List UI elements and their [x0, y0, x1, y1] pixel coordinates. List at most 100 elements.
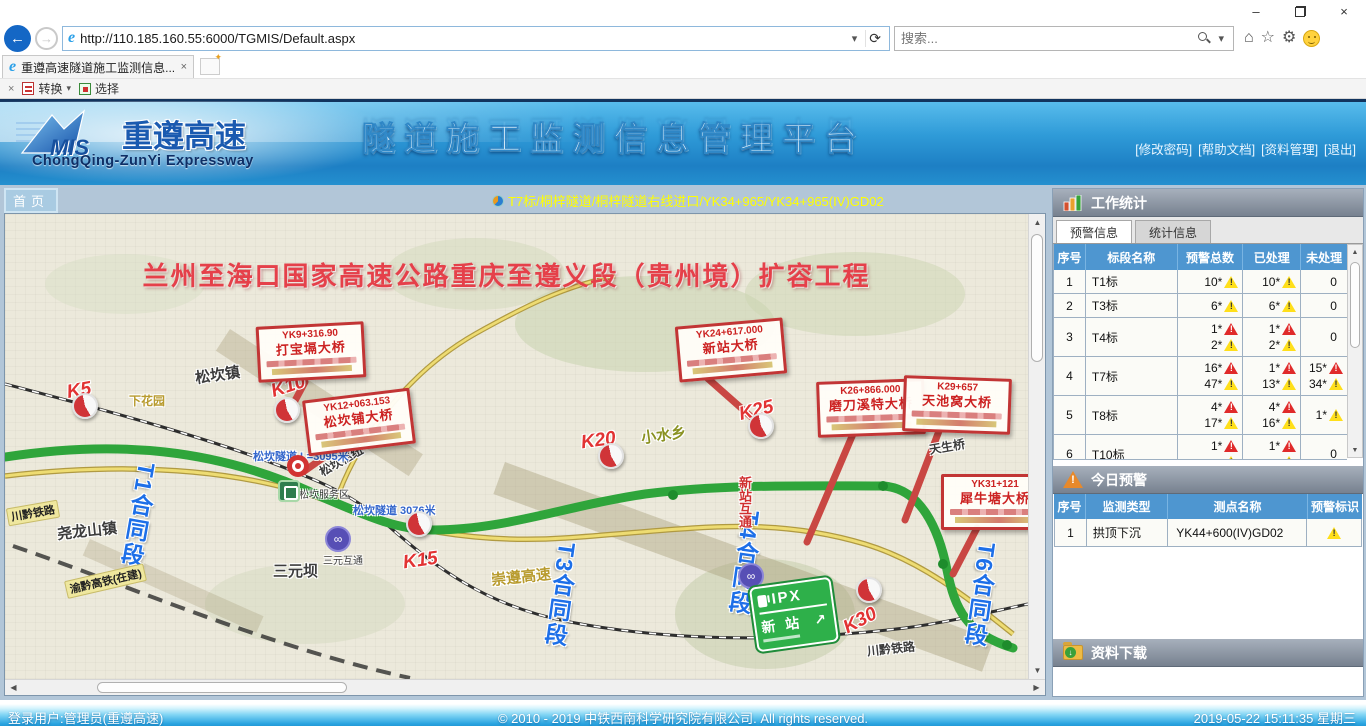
settings-gear-icon[interactable]: ⚙	[1282, 30, 1296, 46]
col-point-name: 测点名称	[1168, 494, 1308, 519]
stats-table-row[interactable]: 5T8标4*17*4*16*1*	[1054, 396, 1347, 435]
mileage-marker-icon[interactable]	[748, 413, 774, 439]
mileage-marker-icon[interactable]	[598, 443, 624, 469]
url-text[interactable]: http://110.185.160.55:6000/TGMIS/Default…	[80, 31, 844, 46]
vertical-scroll-thumb[interactable]	[1031, 234, 1043, 362]
forward-button[interactable]: →	[35, 27, 58, 50]
logout-link[interactable]: [退出]	[1324, 139, 1356, 158]
red-warning-icon	[1224, 440, 1238, 452]
highway-exit-sign[interactable]: IPX 新 站↗	[749, 577, 839, 653]
yellow-warning-icon	[1282, 456, 1296, 460]
yellow-warning-icon	[1224, 456, 1238, 460]
map-horizontal-scrollbar[interactable]: ◀ ▶	[5, 679, 1045, 695]
logo-en-text: ChongQing-ZunYi Expressway	[32, 153, 254, 169]
bridge-sign[interactable]: YK9+316.90打宝塥大桥	[256, 321, 367, 383]
scroll-down-icon[interactable]: ▼	[1348, 443, 1362, 457]
work-stats-header: 工作统计	[1053, 189, 1363, 217]
scroll-up-icon[interactable]: ▲	[1030, 215, 1045, 230]
scroll-down-icon[interactable]: ▼	[1030, 663, 1045, 678]
stats-table-header: 序号 标段名称 预警总数 已处理 未处理	[1054, 244, 1347, 270]
convert-dropdown-icon[interactable]: ▾	[66, 83, 71, 94]
sidebar: 工作统计 预警信息 统计信息 序号 标段名称 预警总数 已处理 未处理 1T1标…	[1052, 188, 1364, 697]
restore-button[interactable]	[1278, 0, 1322, 22]
close-icon: ×	[1340, 4, 1348, 19]
scroll-up-icon[interactable]: ▲	[1348, 245, 1362, 259]
interchange-icon[interactable]: ∞	[738, 563, 764, 589]
stats-scroll-thumb[interactable]	[1350, 262, 1360, 348]
col-handled: 已处理	[1243, 244, 1301, 270]
stats-table-row[interactable]: 3T4标1*2*1*2*0	[1054, 318, 1347, 357]
map-canvas[interactable]: 兰州至海口国家高速公路重庆至遵义段（贵州境）扩容工程 IPX 新 站↗ K5K1…	[5, 214, 1028, 679]
tab-close-icon[interactable]: ×	[181, 61, 187, 73]
stats-table-row[interactable]: 2T3标6*6*0	[1054, 294, 1347, 318]
convert-menu[interactable]: 转换 ▾	[22, 80, 71, 97]
stats-table-row[interactable]: 6T10标1*1*0	[1054, 435, 1347, 460]
browser-tab[interactable]: e 重遵高速隧道施工监测信息... ×	[2, 55, 194, 78]
map-vertical-scrollbar[interactable]: ▲ ▼	[1028, 214, 1045, 679]
map-project-title: 兰州至海口国家高速公路重庆至遵义段（贵州境）扩容工程	[5, 256, 1008, 293]
convert-label: 转换	[38, 80, 62, 97]
ie-page-icon: e	[68, 30, 75, 46]
globe-icon	[492, 195, 504, 207]
tab-warning-info[interactable]: 预警信息	[1056, 220, 1132, 243]
select-label: 选择	[95, 80, 119, 97]
interchange-icon[interactable]: ∞	[325, 526, 351, 552]
service-area-icon[interactable]	[278, 480, 300, 502]
command-bar: × 转换 ▾ 选择	[0, 78, 1366, 99]
stats-scrollbar[interactable]: ▲ ▼	[1347, 244, 1363, 458]
favorites-star-icon[interactable]: ☆	[1261, 30, 1275, 46]
home-icon[interactable]: ⌂	[1244, 30, 1254, 46]
change-password-link[interactable]: [修改密码]	[1135, 139, 1192, 158]
back-button[interactable]: ←	[4, 25, 31, 52]
mileage-marker-icon[interactable]	[72, 393, 98, 419]
bridge-sign[interactable]: YK31+121犀牛塘大桥	[941, 474, 1028, 530]
close-button[interactable]: ×	[1322, 0, 1366, 22]
minimize-button[interactable]: –	[1234, 0, 1278, 22]
address-dropdown-icon[interactable]: ▾	[849, 32, 861, 45]
search-icon[interactable]	[1197, 31, 1211, 45]
col-monitor-type: 监测类型	[1086, 494, 1168, 519]
restore-icon	[1295, 6, 1306, 17]
col-unhandled: 未处理	[1301, 244, 1347, 270]
select-menu[interactable]: 选择	[79, 80, 119, 97]
refresh-icon[interactable]: ⟳	[865, 30, 884, 47]
title-bar: – ×	[0, 0, 1366, 22]
address-bar[interactable]: e http://110.185.160.55:6000/TGMIS/Defau…	[62, 26, 890, 51]
bridge-sign[interactable]: K29+657天池窝大桥	[902, 375, 1012, 435]
download-folder-icon	[1063, 645, 1083, 660]
bridge-sign[interactable]: YK24+617.000新站大桥	[675, 317, 787, 382]
mileage-marker-icon[interactable]	[274, 397, 300, 423]
feedback-smiley-icon[interactable]	[1303, 30, 1320, 47]
warning-triangle-icon	[1063, 471, 1083, 488]
yellow-warning-icon	[1282, 378, 1296, 390]
footer-bar: 登录用户:管理员(重遵高速) © 2010 - 2019 中铁西南科学研究院有限…	[0, 704, 1366, 726]
search-dropdown-icon[interactable]: ▾	[1215, 32, 1227, 45]
data-management-link[interactable]: [资料管理]	[1261, 139, 1318, 158]
interchange-icon[interactable]	[287, 455, 309, 477]
today-table-header: 序号 监测类型 测点名称 预警标识	[1054, 494, 1362, 519]
home-tab[interactable]: 首页	[4, 188, 58, 213]
place-label: 新站互通	[735, 476, 754, 528]
bar-chart-icon	[1063, 195, 1083, 211]
today-warning-table: 序号 监测类型 测点名称 预警标识 1拱顶下沉YK44+600(IV)GD02	[1054, 494, 1362, 547]
stats-rows: 1T1标10*10*02T3标6*6*03T4标1*2*1*2*04T7标16*…	[1054, 270, 1347, 460]
stats-table-row[interactable]: 4T7标16*47*1*13*15*34*	[1054, 357, 1347, 396]
place-label: 三元互通	[323, 552, 363, 567]
mileage-marker-icon[interactable]	[406, 511, 432, 537]
scroll-right-icon[interactable]: ▶	[1029, 680, 1044, 695]
today-warning-row[interactable]: 1拱顶下沉YK44+600(IV)GD02	[1054, 519, 1362, 547]
mileage-marker-icon[interactable]	[856, 577, 882, 603]
tab-statistics-info[interactable]: 统计信息	[1135, 220, 1211, 243]
stats-tabs: 预警信息 统计信息	[1053, 217, 1363, 244]
search-box[interactable]: ▾	[894, 26, 1234, 51]
minimize-icon: –	[1252, 4, 1259, 19]
horizontal-scroll-thumb[interactable]	[97, 682, 347, 693]
yellow-warning-icon	[1282, 339, 1296, 351]
help-docs-link[interactable]: [帮助文档]	[1198, 139, 1255, 158]
breadcrumb[interactable]: T7标/桐梓隧道/桐梓隧道右线进口/YK34+965/YK34+965(IV)G…	[492, 191, 884, 210]
toolbar-close-icon[interactable]: ×	[8, 83, 14, 95]
search-input[interactable]	[901, 31, 1193, 46]
scroll-left-icon[interactable]: ◀	[6, 680, 21, 695]
stats-table-row[interactable]: 1T1标10*10*0	[1054, 270, 1347, 294]
new-tab-button[interactable]	[200, 58, 220, 75]
